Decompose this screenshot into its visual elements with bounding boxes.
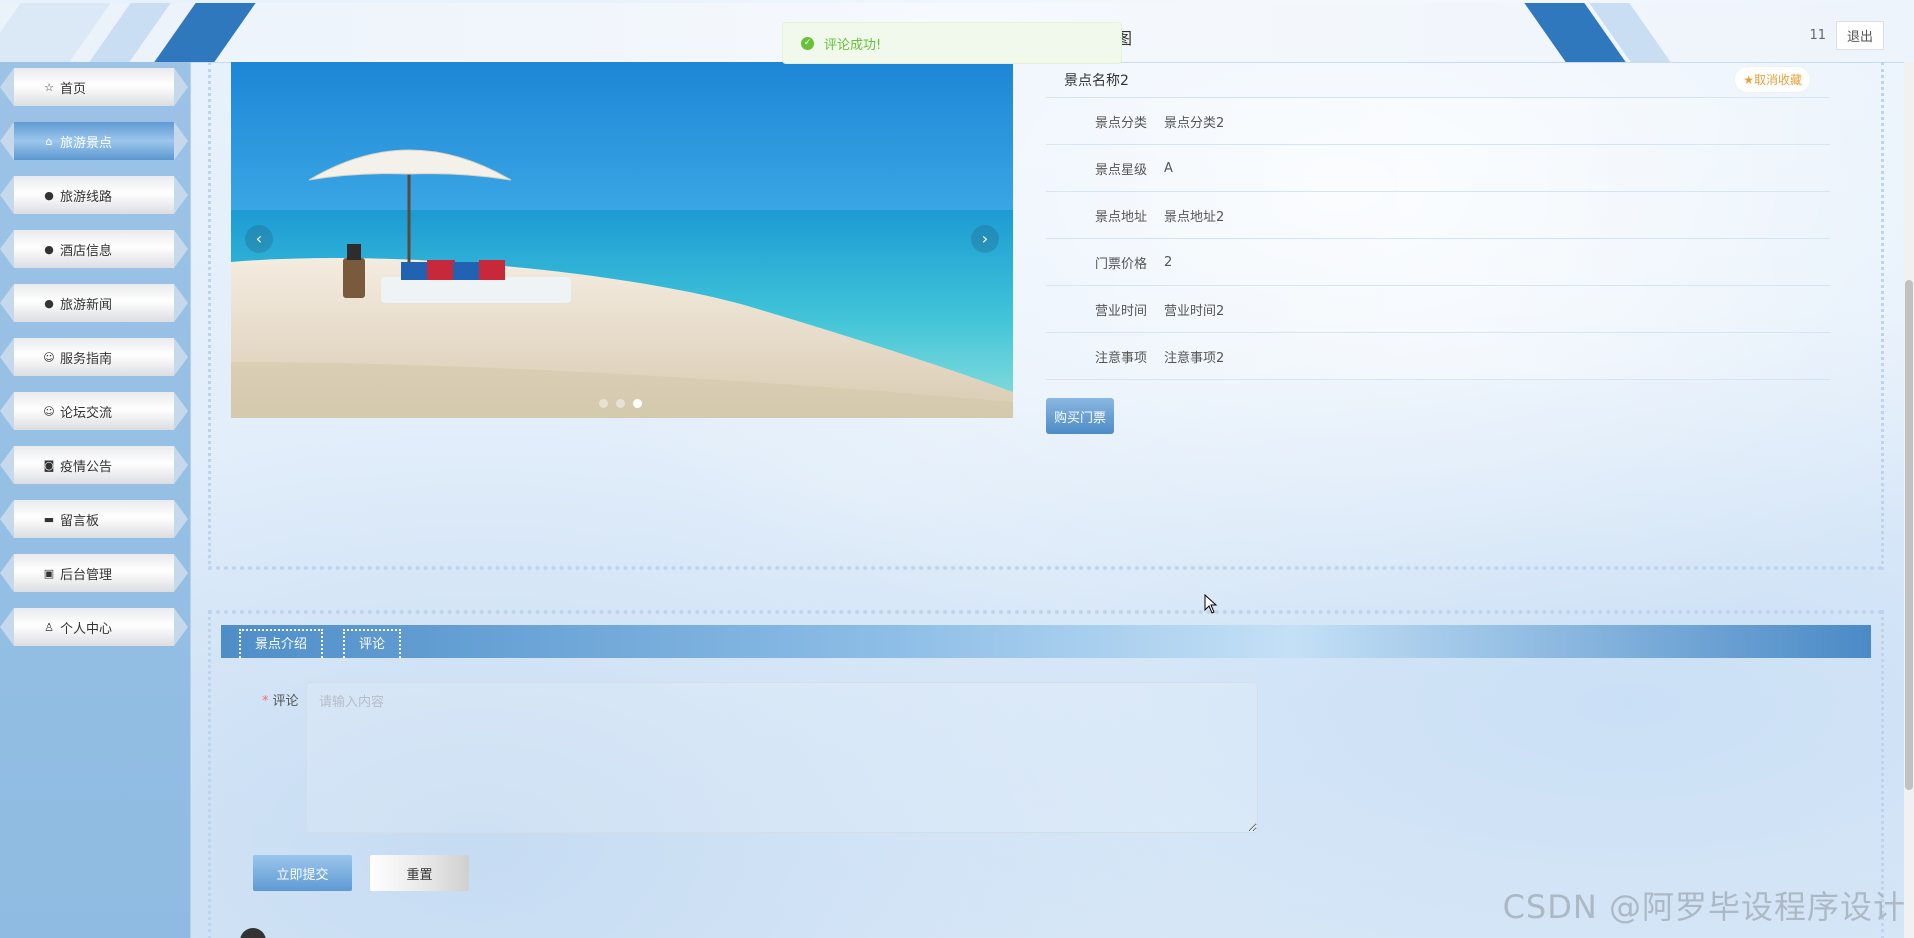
sidebar-item-label: 疫情公告 — [60, 459, 113, 475]
comment-input[interactable] — [306, 682, 1258, 833]
carousel-next-button[interactable]: › — [971, 225, 999, 253]
check-circle-icon: ✓ — [801, 36, 814, 50]
mouse-cursor-icon — [1204, 594, 1218, 614]
unfavorite-button[interactable]: ★取消收藏 — [1735, 67, 1810, 92]
sidebar-item-announcements[interactable]: ◙ 疫情公告 — [0, 446, 188, 484]
toast-message: 评论成功! — [824, 37, 882, 53]
logout-button[interactable]: 退出 — [1835, 21, 1884, 50]
field-value: 景点分类2 — [1164, 115, 1225, 131]
username: 11 — [1809, 28, 1826, 43]
question-icon: ● — [44, 242, 54, 256]
scrollbar-thumb[interactable] — [1905, 280, 1913, 790]
watermark: CSDN @阿罗毕设程序设计 — [1502, 888, 1906, 926]
camera-icon: ◙ — [43, 458, 55, 472]
field-label: 注意事项 — [1094, 350, 1147, 366]
info-icon: ● — [44, 296, 54, 310]
sidebar-item-label: 旅游景点 — [60, 135, 113, 151]
star-outline-icon: ☆ — [44, 80, 54, 94]
field-label: 营业时间 — [1094, 303, 1147, 319]
sidebar-item-profile[interactable]: ♙ 个人中心 — [0, 608, 188, 646]
field-value: 景点地址2 — [1164, 209, 1225, 225]
field-label: 门票价格 — [1094, 256, 1147, 272]
sidebar-item-label: 个人中心 — [60, 621, 113, 637]
sidebar-item-label: 酒店信息 — [60, 243, 113, 259]
user-area: 11 退出 — [1809, 21, 1884, 50]
spot-info-panel: 景点名称2 ★取消收藏 景点分类 景点分类2 景点星级 A 景点地址 景点地址2… — [1046, 62, 1830, 434]
user-icon: ♙ — [44, 620, 54, 634]
spot-title-row: 景点名称2 ★取消收藏 — [1046, 62, 1830, 98]
info-row-opening-hours: 营业时间 营业时间2 — [1046, 286, 1830, 333]
sidebar: ☆ 首页 ⌂ 旅游景点 ● 旅游线路 ● 酒店信息 ● 旅游新闻 ☺ 服务指南 … — [0, 62, 191, 938]
reset-button[interactable]: 重置 — [370, 855, 469, 891]
sidebar-item-label: 论坛交流 — [60, 405, 113, 421]
tab-bar: 景点介绍 评论 — [221, 625, 1871, 658]
comment-field-label: * 评论 — [262, 690, 299, 709]
tab-introduction[interactable]: 景点介绍 — [239, 629, 323, 658]
field-value: 营业时间2 — [1164, 303, 1225, 319]
briefcase-icon: ▣ — [43, 566, 55, 580]
sidebar-item-label: 旅游线路 — [60, 189, 113, 205]
sidebar-item-hotels[interactable]: ● 酒店信息 — [0, 230, 188, 268]
buy-ticket-button[interactable]: 购买门票 — [1046, 398, 1114, 434]
sidebar-item-label: 后台管理 — [60, 567, 113, 583]
field-value: 注意事项2 — [1164, 350, 1225, 366]
printer-icon: ▬ — [43, 512, 55, 526]
carousel-dot[interactable] — [599, 399, 608, 408]
info-row-category: 景点分类 景点分类2 — [1046, 98, 1830, 145]
sidebar-item-label: 首页 — [60, 81, 87, 97]
field-value: A — [1164, 160, 1173, 176]
field-label: 景点星级 — [1094, 162, 1147, 178]
field-label: 景点地址 — [1094, 209, 1147, 225]
sidebar-item-label: 旅游新闻 — [60, 297, 113, 313]
image-carousel[interactable]: ‹ › — [231, 62, 1013, 418]
carousel-image — [231, 62, 1013, 418]
chat-icon: ☺ — [43, 404, 55, 418]
info-row-ticket-price: 门票价格 2 — [1046, 239, 1830, 286]
submit-button[interactable]: 立即提交 — [253, 855, 352, 891]
info-row-star-level: 景点星级 A — [1046, 145, 1830, 192]
sidebar-item-label: 留言板 — [60, 513, 100, 529]
sidebar-item-service-guide[interactable]: ☺ 服务指南 — [0, 338, 188, 376]
sidebar-item-message-board[interactable]: ▬ 留言板 — [0, 500, 188, 538]
comment-label-text: 评论 — [272, 694, 299, 709]
sidebar-item-routes[interactable]: ● 旅游线路 — [0, 176, 188, 214]
home-icon: ⌂ — [45, 134, 53, 148]
sidebar-item-attractions[interactable]: ⌂ 旅游景点 — [0, 122, 188, 160]
sidebar-item-forum[interactable]: ☺ 论坛交流 — [0, 392, 188, 430]
sidebar-item-label: 服务指南 — [60, 351, 113, 367]
sidebar-item-news[interactable]: ● 旅游新闻 — [0, 284, 188, 322]
sidebar-item-admin[interactable]: ▣ 后台管理 — [0, 554, 188, 592]
sidebar-item-home[interactable]: ☆ 首页 — [0, 68, 188, 106]
tab-comments[interactable]: 评论 — [343, 629, 401, 658]
info-row-address: 景点地址 景点地址2 — [1046, 192, 1830, 239]
spot-name: 景点名称2 — [1064, 72, 1129, 89]
header-decoration — [154, 3, 256, 62]
carousel-prev-button[interactable]: ‹ — [245, 225, 273, 253]
field-label: 景点分类 — [1094, 115, 1147, 131]
field-value: 2 — [1164, 254, 1173, 270]
carousel-dot[interactable] — [616, 399, 625, 408]
alert-icon: ● — [44, 188, 54, 202]
success-toast: ✓ 评论成功! — [782, 22, 1122, 64]
required-mark: * — [262, 694, 269, 709]
info-row-notes: 注意事项 注意事项2 — [1046, 333, 1830, 380]
smile-icon: ☺ — [43, 350, 55, 364]
carousel-dot-active[interactable] — [633, 399, 642, 408]
carousel-indicators — [599, 399, 642, 408]
